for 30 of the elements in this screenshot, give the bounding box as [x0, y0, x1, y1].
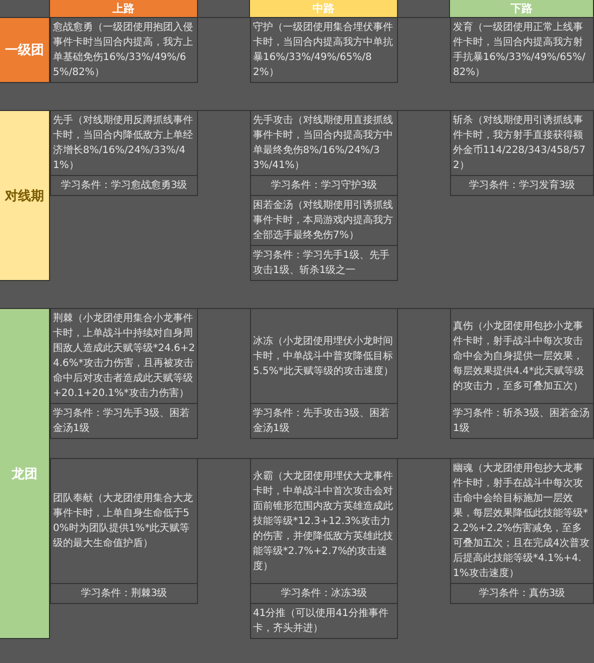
column-header: 中路	[250, 0, 398, 17]
learning-condition: 学习条件：学习发育3级	[450, 176, 594, 196]
learning-condition: 学习条件：冰冻3级	[250, 584, 398, 604]
column-header: 下路	[450, 0, 594, 17]
learning-condition: 学习条件：先手攻击3级、困若金汤1级	[250, 404, 398, 439]
skill-description: 冰冻（小龙团使用埋伏小龙时间卡时，中单战斗中普攻降低目标5.5%*此天赋等级的攻击速度）	[250, 309, 398, 404]
row-header: 一级团	[0, 18, 50, 83]
row-header: 对线期	[0, 111, 50, 281]
learning-condition: 学习条件：学习愈战愈勇3级	[50, 176, 198, 196]
skill-description: 团队奉献（大龙团使用集合大龙事件卡时，上单自身生命低于50%时为团队提供1%*此天赋等级的最大生命值护盾）	[50, 459, 198, 584]
learning-condition: 学习条件：荆棘3级	[50, 584, 198, 604]
skill-description: 永霸（大龙团使用埋伏大龙事件卡时，中单战斗中首次攻击会对面前锥形范围内敌方英雄造成此技能等级*12.3+12.3%攻击力的伤害，并使降低敌方英雄此技能等级*2.7%+2.7%的攻击速度）	[250, 459, 398, 584]
learning-condition: 学习条件：斩杀3级、困若金汤1级	[450, 404, 594, 439]
learning-condition: 学习条件：学习先手3级、困若金汤1级	[50, 404, 198, 439]
skill-description: 真伤（小龙团使用包抄小龙事件卡时，射手战斗中每次攻击命中会为自身提供一层效果，每层效果提供4.4*此天赋等级的攻击力，至多可叠加五次）	[450, 309, 594, 404]
skill-description: 先手攻击（对线期使用直接抓线事件卡时，当回合内提高我方中单最终免伤8%/16%/24%/33%/41%）	[250, 111, 398, 176]
learning-condition: 学习条件：学习守护3级	[250, 176, 398, 196]
learning-condition: 学习条件：真伤3级	[450, 584, 594, 604]
skill-description: 困若金汤（对线期使用引诱抓线事件卡时，本局游戏内提高我方全部选手最终免伤7%）	[250, 196, 398, 246]
learning-condition: 学习条件：学习先手1级、先手攻击1级、斩杀1级之一	[250, 246, 398, 281]
skill-description: 守护（一级团使用集合埋伏事件卡时，当回合内提高我方中单抗暴16%/33%/49%/65%/82%）	[250, 18, 398, 83]
skill-description: 发育（一级团使用正常上线事件卡时，当回合内提高我方射手抗暴16%/33%/49%/65%/82%）	[450, 18, 594, 83]
column-header: 上路	[50, 0, 198, 17]
skill-description: 41分推（可以使用41分推事件卡，齐头并进）	[250, 604, 398, 639]
skill-description: 先手（对线期使用反蹲抓线事件卡时，当回合内降低敌方上单经济增长8%/16%/24%/33%/41%）	[50, 111, 198, 176]
row-header: 龙团	[0, 309, 50, 639]
skill-description: 愈战愈勇（一级团使用抱团入侵事件卡时当回合内提高，我方上单基础免伤16%/33%/49%/65%/82%）	[50, 18, 198, 83]
skill-description: 荆棘（小龙团使用集合小龙事件卡时，上单战斗中持续对自身周围敌人造成此天赋等级*24.6+24.6%*攻击力伤害，且再被攻击命中后对攻击者造成此天赋等级+20.1+20.1%*攻击力伤害）	[50, 309, 198, 404]
skill-description: 幽魂（大龙团使用包抄大龙事件卡时，射手在战斗中每次攻击命中会给目标施加一层效果，每层效果降低此技能等级*2.2%+2.2%伤害减免，至多可叠加五次；且在完成4次普攻后提高此技能等级*4.1%+4.1%攻击速度）	[450, 459, 594, 584]
skill-description: 斩杀（对线期使用引诱抓线事件卡时，我方射手直接获得额外金币114/228/343/458/572）	[450, 111, 594, 176]
